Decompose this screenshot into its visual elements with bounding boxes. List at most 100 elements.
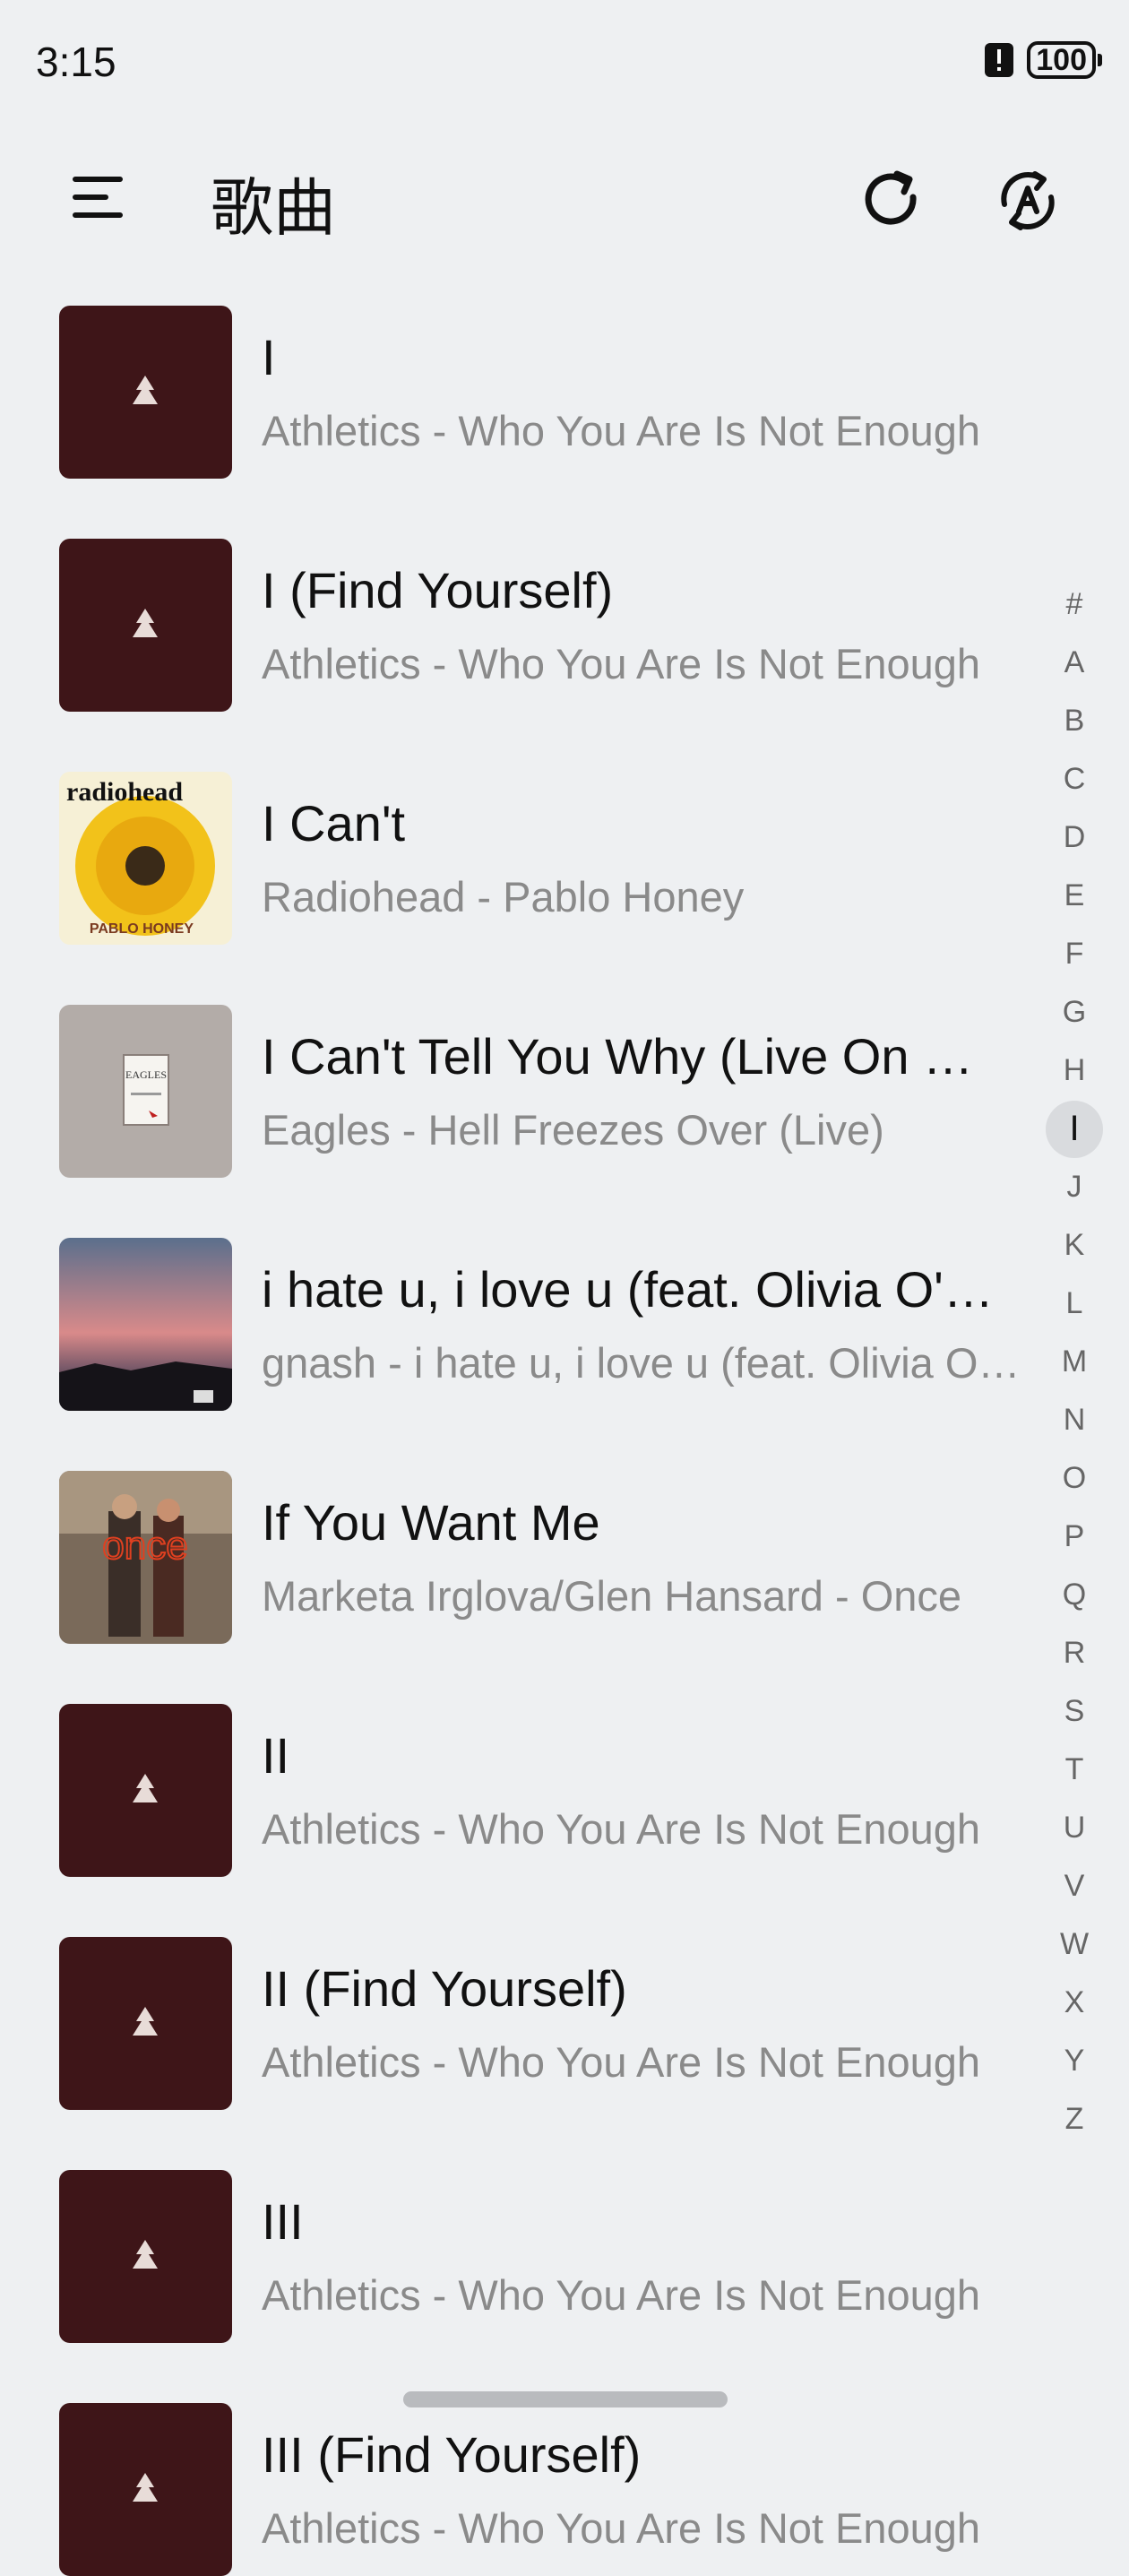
alphabet-letter-label: U (1063, 1811, 1086, 1845)
song-subtitle: Athletics - Who You Are Is Not Enough (262, 2038, 981, 2086)
album-cover (59, 2403, 232, 2576)
alphabet-letter-label: C (1063, 762, 1086, 796)
alphabet-letter[interactable]: O (1045, 1449, 1104, 1508)
alphabet-letter-label: D (1063, 820, 1086, 854)
alphabet-letter[interactable]: G (1045, 983, 1104, 1042)
song-item[interactable]: EAGLES I Can't Tell You Why (Live On MTV… (0, 995, 1021, 1178)
alphabet-letter-label: W (1059, 1927, 1090, 1961)
song-title: I (Find Yourself) (262, 562, 614, 618)
alphabet-letter-label: # (1065, 587, 1083, 621)
album-cover (59, 539, 232, 712)
alphabet-letter[interactable]: W (1045, 1915, 1104, 1974)
alphabet-letter-label: F (1064, 937, 1084, 971)
alphabet-letter-label: N (1063, 1403, 1086, 1437)
alphabet-letter[interactable]: E (1045, 867, 1104, 925)
alphabet-letter[interactable]: Y (1045, 2032, 1104, 2090)
alphabet-letter[interactable]: Q (1045, 1566, 1104, 1624)
cover-once-text: once (102, 1524, 187, 1568)
alphabet-letter-label: H (1063, 1053, 1086, 1087)
alphabet-letter-label: S (1064, 1694, 1085, 1728)
alphabet-letter[interactable]: V (1045, 1857, 1104, 1915)
song-title: i hate u, i love u (feat. Olivia O'Brien… (262, 1261, 1005, 1318)
battery-level: 100 (1036, 43, 1087, 77)
alphabet-letter[interactable]: D (1045, 808, 1104, 867)
alphabet-letter-label: A (1064, 645, 1085, 679)
alphabet-letter[interactable]: N (1045, 1391, 1104, 1449)
alphabet-letter[interactable]: I (1045, 1100, 1104, 1158)
song-subtitle: Athletics - Who You Are Is Not Enough (262, 640, 981, 687)
alphabet-letter-label: T (1064, 1752, 1084, 1786)
alphabet-letter-label: K (1064, 1228, 1085, 1262)
cover-eagles-text: EAGLES (125, 1068, 167, 1081)
alphabet-letter[interactable]: K (1045, 1216, 1104, 1275)
battery-icon: 100 (1027, 41, 1102, 79)
alphabet-letter-label: Z (1064, 2102, 1084, 2136)
song-title: III (Find Yourself) (262, 2426, 642, 2483)
song-item[interactable]: III (Find Yourself) Athletics - Who You … (0, 2393, 1021, 2576)
album-cover (59, 306, 232, 479)
alphabet-letter-label: O (1062, 1461, 1087, 1495)
song-subtitle: Athletics - Who You Are Is Not Enough (262, 407, 981, 454)
alphabet-letter[interactable]: B (1045, 692, 1104, 750)
song-item[interactable]: I (Find Yourself) Athletics - Who You Ar… (0, 529, 1021, 712)
song-subtitle: Eagles - Hell Freezes Over (Live) (262, 1106, 884, 1154)
alphabet-letter[interactable]: H (1045, 1042, 1104, 1100)
status-time: 3:15 (36, 39, 116, 85)
battery-alert-icon (985, 43, 1014, 77)
song-subtitle: Athletics - Who You Are Is Not Enough (262, 2271, 981, 2319)
alphabet-letter[interactable]: R (1045, 1624, 1104, 1682)
song-title: III (262, 2193, 304, 2250)
alphabet-letter[interactable]: Z (1045, 2090, 1104, 2148)
page-title: 歌曲 (211, 171, 336, 245)
song-item[interactable]: radiohead PABLO HONEY I Can't Radiohead … (0, 762, 1021, 945)
auto-rotate-icon[interactable] (992, 165, 1064, 237)
alphabet-letter[interactable]: J (1045, 1158, 1104, 1216)
song-item[interactable]: i hate u, i love u (feat. Olivia O'Brien… (0, 1228, 1023, 1411)
alphabet-letter-label: Y (1064, 2044, 1085, 2078)
album-cover: radiohead PABLO HONEY (59, 772, 232, 945)
alphabet-letter[interactable]: S (1045, 1682, 1104, 1741)
menu-icon[interactable] (70, 169, 127, 226)
alphabet-letter-label: X (1064, 1985, 1085, 2019)
alphabet-letter-label: I (1046, 1100, 1103, 1158)
alphabet-letter[interactable]: U (1045, 1799, 1104, 1857)
alphabet-letter-label: G (1062, 995, 1087, 1029)
status-icons: 100 (984, 41, 1102, 79)
song-subtitle: Radiohead - Pablo Honey (262, 873, 745, 921)
alphabet-letter-label: M (1061, 1344, 1088, 1379)
alphabet-letter-label: E (1064, 878, 1085, 912)
alphabet-letter-label: J (1066, 1170, 1082, 1204)
song-subtitle: Marketa Irglova/Glen Hansard - Once (262, 1572, 962, 1620)
album-cover: once (59, 1471, 232, 1644)
alphabet-letter[interactable]: A (1045, 634, 1104, 692)
song-title: I Can't (262, 795, 406, 851)
status-bar: 3:15 100 (0, 0, 1129, 125)
album-cover: EAGLES (59, 1005, 232, 1178)
alphabet-letter-label: L (1065, 1286, 1083, 1320)
song-title: I Can't Tell You Why (Live On MTV, 1994) (262, 1028, 1005, 1085)
alphabet-letter[interactable]: P (1045, 1508, 1104, 1566)
alphabet-letter[interactable]: # (1045, 575, 1104, 634)
alphabet-letter-label: Q (1062, 1578, 1087, 1612)
alphabet-letter[interactable]: X (1045, 1974, 1104, 2032)
alphabet-letter[interactable]: M (1045, 1333, 1104, 1391)
song-subtitle: gnash - i hate u, i love u (feat. Olivia… (262, 1339, 1023, 1387)
alphabet-letter-label: V (1064, 1869, 1085, 1903)
alphabet-letter[interactable]: F (1045, 925, 1104, 983)
album-cover (59, 1238, 232, 1411)
alphabet-index[interactable]: # A B C D E F G H I J K L M N O P Q R S T U V W X Y Z (1045, 575, 1104, 2148)
album-cover (59, 2170, 232, 2343)
song-item[interactable]: once If You Want Me Marketa Irglova/Glen… (0, 1461, 1021, 1644)
song-item[interactable]: II (Find Yourself) Athletics - Who You A… (0, 1927, 1021, 2110)
song-item[interactable]: II Athletics - Who You Are Is Not Enough (0, 1694, 1021, 1877)
alphabet-letter[interactable]: T (1045, 1741, 1104, 1799)
song-item[interactable]: III Athletics - Who You Are Is Not Enoug… (0, 2160, 1021, 2343)
refresh-icon[interactable] (856, 165, 927, 237)
cover-album-text: PABLO HONEY (90, 921, 194, 937)
song-title: II (Find Yourself) (262, 1960, 627, 2017)
song-item[interactable]: I Athletics - Who You Are Is Not Enough (0, 296, 1021, 479)
home-indicator[interactable] (403, 2391, 728, 2407)
alphabet-letter[interactable]: C (1045, 750, 1104, 808)
alphabet-letter[interactable]: L (1045, 1275, 1104, 1333)
song-subtitle: Athletics - Who You Are Is Not Enough (262, 2504, 981, 2552)
